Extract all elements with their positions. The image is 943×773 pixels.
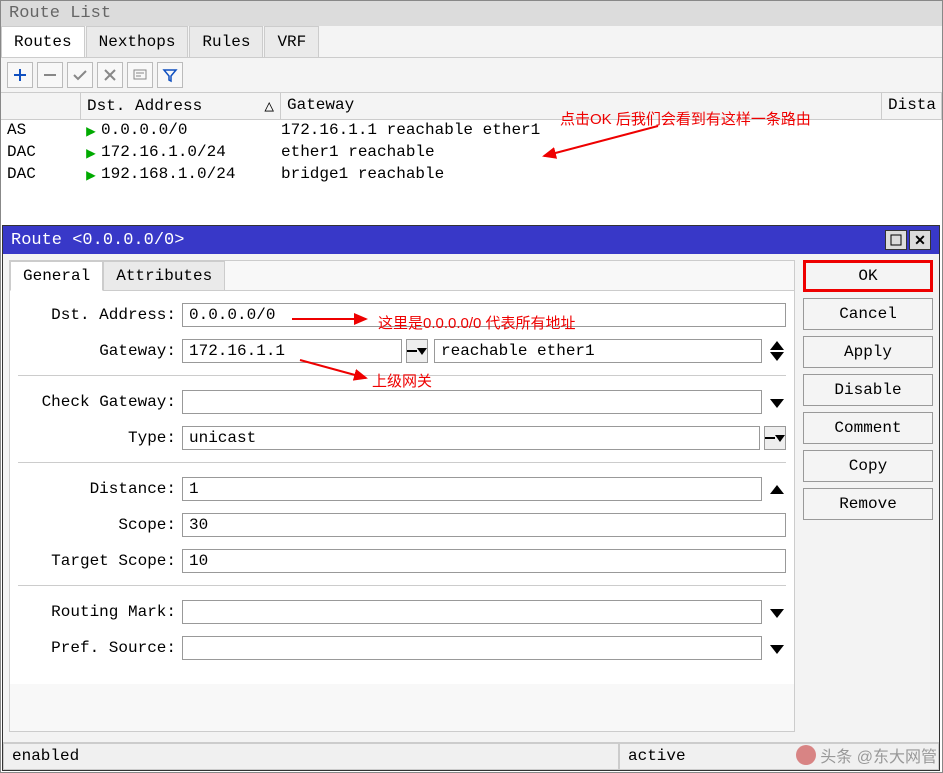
th-gateway[interactable]: Gateway xyxy=(281,93,882,119)
dialog-title: Route <0.0.0.0/0> xyxy=(11,231,883,250)
main-tabs: Routes Nexthops Rules VRF xyxy=(1,26,942,58)
remove-button[interactable] xyxy=(37,62,63,88)
label-dst-address: Dst. Address: xyxy=(18,306,182,324)
label-gateway: Gateway: xyxy=(18,342,182,360)
dst-address-input[interactable] xyxy=(182,303,786,327)
play-icon: ▶ xyxy=(81,165,101,185)
dst-cell: 192.168.1.0/24 xyxy=(101,165,281,185)
dialog-titlebar: Route <0.0.0.0/0> ✕ xyxy=(3,226,939,254)
table-row[interactable]: DAC ▶ 172.16.1.0/24 ether1 reachable xyxy=(1,142,942,164)
target-scope-input[interactable] xyxy=(182,549,786,573)
status-active: active xyxy=(619,743,939,770)
flags-cell: DAC xyxy=(1,143,81,163)
routing-mark-input[interactable] xyxy=(182,600,762,624)
enable-button[interactable] xyxy=(67,62,93,88)
th-dst-label: Dst. Address xyxy=(87,97,202,115)
window-title: Route List xyxy=(1,1,942,26)
pref-source-input[interactable] xyxy=(182,636,762,660)
route-dialog: Route <0.0.0.0/0> ✕ General Attributes D… xyxy=(2,225,940,771)
status-enabled: enabled xyxy=(3,743,619,770)
ok-button[interactable]: OK xyxy=(803,260,933,292)
dst-cell: 172.16.1.0/24 xyxy=(101,143,281,163)
gw-cell: 172.16.1.1 reachable ether1 xyxy=(281,121,942,141)
minimize-button[interactable] xyxy=(885,230,907,250)
dialog-form-panel: General Attributes Dst. Address: Gateway… xyxy=(9,260,795,732)
gateway-status: reachable ether1 xyxy=(434,339,762,363)
tab-routes[interactable]: Routes xyxy=(1,26,85,57)
apply-button[interactable]: Apply xyxy=(803,336,933,368)
gw-cell: ether1 reachable xyxy=(281,143,942,163)
toolbar xyxy=(1,58,942,93)
routing-mark-expand-button[interactable] xyxy=(768,607,786,618)
close-button[interactable]: ✕ xyxy=(909,230,931,250)
flags-cell: AS xyxy=(1,121,81,141)
tab-rules[interactable]: Rules xyxy=(189,26,263,57)
disable-button[interactable]: Disable xyxy=(803,374,933,406)
table-body: AS ▶ 0.0.0.0/0 172.16.1.1 reachable ethe… xyxy=(1,120,942,186)
copy-button[interactable]: Copy xyxy=(803,450,933,482)
dialog-statusbar: enabled active xyxy=(3,742,939,770)
gateway-dropdown-button[interactable] xyxy=(406,339,428,363)
gw-cell: bridge1 reachable xyxy=(281,165,942,185)
table-header: Dst. Address △ Gateway Dista xyxy=(1,93,942,120)
label-scope: Scope: xyxy=(18,516,182,534)
pref-source-expand-button[interactable] xyxy=(768,643,786,654)
type-input[interactable] xyxy=(182,426,760,450)
comment-button[interactable] xyxy=(127,62,153,88)
th-flags[interactable] xyxy=(1,93,81,119)
tab-vrf[interactable]: VRF xyxy=(264,26,319,57)
tab-general[interactable]: General xyxy=(10,261,103,291)
sort-indicator-icon: △ xyxy=(264,96,274,116)
gateway-input[interactable] xyxy=(182,339,402,363)
type-dropdown-button[interactable] xyxy=(764,426,786,450)
remove-button[interactable]: Remove xyxy=(803,488,933,520)
th-dst-address[interactable]: Dst. Address △ xyxy=(81,93,281,119)
cancel-button[interactable]: Cancel xyxy=(803,298,933,330)
distance-collapse-button[interactable] xyxy=(768,485,786,494)
label-type: Type: xyxy=(18,429,182,447)
label-routing-mark: Routing Mark: xyxy=(18,603,182,621)
table-row[interactable]: AS ▶ 0.0.0.0/0 172.16.1.1 reachable ethe… xyxy=(1,120,942,142)
dst-cell: 0.0.0.0/0 xyxy=(101,121,281,141)
dialog-right-buttons: OK Cancel Apply Disable Comment Copy Rem… xyxy=(803,260,933,732)
comment-button[interactable]: Comment xyxy=(803,412,933,444)
check-gw-expand-button[interactable] xyxy=(768,397,786,408)
table-row[interactable]: DAC ▶ 192.168.1.0/24 bridge1 reachable xyxy=(1,164,942,186)
flags-cell: DAC xyxy=(1,165,81,185)
label-distance: Distance: xyxy=(18,480,182,498)
tab-nexthops[interactable]: Nexthops xyxy=(86,26,189,57)
distance-input[interactable] xyxy=(182,477,762,501)
label-check-gateway: Check Gateway: xyxy=(18,393,182,411)
check-gateway-input[interactable] xyxy=(182,390,762,414)
play-icon: ▶ xyxy=(81,121,101,141)
scope-input[interactable] xyxy=(182,513,786,537)
tab-attributes[interactable]: Attributes xyxy=(103,261,225,291)
disable-button[interactable] xyxy=(97,62,123,88)
add-button[interactable] xyxy=(7,62,33,88)
label-target-scope: Target Scope: xyxy=(18,552,182,570)
label-pref-source: Pref. Source: xyxy=(18,639,182,657)
filter-button[interactable] xyxy=(157,62,183,88)
gateway-updown-button[interactable] xyxy=(768,341,786,361)
play-icon: ▶ xyxy=(81,143,101,163)
th-distance[interactable]: Dista xyxy=(882,93,942,119)
